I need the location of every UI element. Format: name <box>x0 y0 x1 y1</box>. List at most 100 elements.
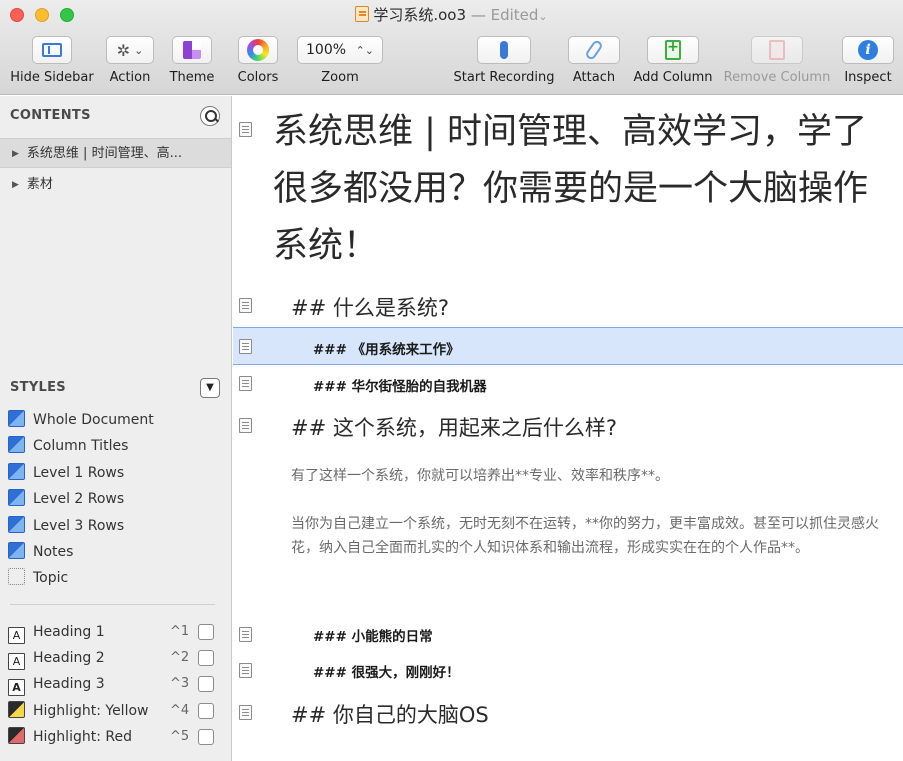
styles-title: STYLES <box>10 380 66 395</box>
row-text[interactable]: ### 小能熊的日常 <box>313 625 433 645</box>
add-column-control[interactable] <box>647 36 699 64</box>
style-heading-3[interactable]: A Heading 3 ^3 <box>8 672 228 696</box>
contents-title: CONTENTS <box>10 108 91 123</box>
start-recording-label: Start Recording <box>453 70 555 85</box>
style-label: Level 2 Rows <box>33 491 125 507</box>
color-wheel-icon <box>247 39 269 61</box>
outline-row[interactable]: ### 很强大，刚刚好！ <box>233 656 903 688</box>
edited-status[interactable]: Edited <box>491 6 539 24</box>
sidebar-item-materials[interactable]: ▶ 素材 <box>0 170 231 200</box>
outline-row[interactable]: ## 什么是系统? <box>233 288 903 326</box>
theme-button[interactable]: Theme <box>166 36 218 85</box>
theme-icon <box>183 41 201 59</box>
row-handle-icon[interactable] <box>239 627 252 642</box>
remove-column-control[interactable] <box>751 36 803 64</box>
row-handle-icon[interactable] <box>239 122 252 137</box>
hide-sidebar-button[interactable]: Hide Sidebar <box>8 36 96 85</box>
style-heading-1[interactable]: A Heading 1 ^1 <box>8 620 228 644</box>
remove-column-button[interactable]: Remove Column <box>722 36 832 85</box>
attach-button[interactable]: Attach <box>568 36 620 85</box>
outline-title-row[interactable]: 系统思维 | 时间管理、高效学习，学了很多都没用？你需要的是一个大脑操作系统！ <box>273 104 893 275</box>
style-highlight-yellow[interactable]: Highlight: Yellow ^4 <box>8 699 228 723</box>
style-level-1-rows[interactable]: Level 1 Rows <box>8 461 228 485</box>
styles-divider <box>10 604 215 605</box>
style-swatch-icon <box>8 436 25 453</box>
window-toolbar: 学习系统.oo3 — Edited⌄ Hide Sidebar ✲ ⌄ Actio… <box>0 0 903 95</box>
row-handle-icon[interactable] <box>239 339 252 354</box>
row-text[interactable]: ## 这个系统，用起来之后什么样? <box>291 412 617 442</box>
outline-row-selected[interactable]: ### 《用系统来工作》 <box>233 327 903 365</box>
sidebar-item-label: 系统思维 | 时间管理、高... <box>26 146 182 161</box>
zoom-field[interactable]: 100% ⌃⌄ <box>297 36 383 64</box>
style-highlight-red[interactable]: Highlight: Red ^5 <box>8 725 228 749</box>
outline-row[interactable]: ## 这个系统，用起来之后什么样? <box>233 406 903 446</box>
style-level-3-rows[interactable]: Level 3 Rows <box>8 514 228 538</box>
row-handle-icon[interactable] <box>239 663 252 678</box>
chevron-down-icon: ⌄ <box>134 43 144 57</box>
document-icon <box>355 6 370 22</box>
styles-menu-button[interactable]: ▼ <box>200 378 220 398</box>
outline-row[interactable]: ### 小能熊的日常 <box>233 620 903 652</box>
style-level-2-rows[interactable]: Level 2 Rows <box>8 487 228 511</box>
sidebar-item-outline[interactable]: ▶ 系统思维 | 时间管理、高... <box>0 138 231 168</box>
inspect-button[interactable]: i Inspect <box>840 36 896 85</box>
style-heading-2[interactable]: A Heading 2 ^2 <box>8 646 228 670</box>
hide-sidebar-control[interactable] <box>32 36 72 64</box>
action-control[interactable]: ✲ ⌄ <box>106 36 154 64</box>
style-checkbox[interactable] <box>198 676 214 692</box>
style-label: Heading 3 <box>33 676 105 692</box>
row-text[interactable]: ## 你自己的大脑OS <box>291 699 489 729</box>
start-recording-control[interactable] <box>477 36 531 64</box>
heading-swatch-icon: A <box>8 653 25 670</box>
style-checkbox[interactable] <box>198 703 214 719</box>
add-column-label: Add Column <box>633 70 713 85</box>
row-handle-icon[interactable] <box>239 418 252 433</box>
add-column-button[interactable]: Add Column <box>630 36 716 85</box>
inspect-control[interactable]: i <box>842 36 894 64</box>
outline-row[interactable]: ## 你自己的大脑OS <box>233 694 903 734</box>
row-handle-icon[interactable] <box>239 376 252 391</box>
attach-label: Attach <box>572 70 616 85</box>
row-handle-icon[interactable] <box>239 705 252 720</box>
note-paragraph[interactable]: 当你为自己建立一个系统，无时无刻不在运转，**你的努力，更丰富成效。甚至可以抓住… <box>291 512 899 560</box>
style-label: Level 1 Rows <box>33 465 125 481</box>
row-text[interactable]: ## 什么是系统? <box>291 292 449 322</box>
row-text[interactable]: ### 很强大，刚刚好！ <box>313 661 460 681</box>
row-text[interactable]: ### 《用系统来工作》 <box>313 338 460 358</box>
outline-editor[interactable]: 系统思维 | 时间管理、高效学习，学了很多都没用？你需要的是一个大脑操作系统！ … <box>233 96 903 761</box>
title-separator: — <box>470 6 486 24</box>
outline-row[interactable]: ### 华尔街怪胎的自我机器 <box>233 368 903 402</box>
style-notes[interactable]: Notes <box>8 540 228 564</box>
style-checkbox[interactable] <box>198 650 214 666</box>
disclosure-triangle-icon[interactable]: ▶ <box>12 139 19 167</box>
style-label: Heading 1 <box>33 624 105 640</box>
style-checkbox[interactable] <box>198 729 214 745</box>
start-recording-button[interactable]: Start Recording <box>448 36 560 85</box>
style-column-titles[interactable]: Column Titles <box>8 434 228 458</box>
style-shortcut: ^1 <box>170 624 190 639</box>
style-shortcut: ^5 <box>170 729 190 744</box>
search-icon[interactable] <box>200 106 220 126</box>
disclosure-triangle-icon[interactable]: ▶ <box>12 170 19 200</box>
action-menu[interactable]: ✲ ⌄ Action <box>104 36 156 85</box>
hide-sidebar-label: Hide Sidebar <box>10 70 94 85</box>
edited-chevron-icon[interactable]: ⌄ <box>538 10 547 23</box>
style-shortcut: ^2 <box>170 650 190 665</box>
style-topic[interactable]: Topic <box>8 566 228 590</box>
note-paragraph[interactable]: 有了这样一个系统，你就可以培养出**专业、效率和秩序**。 <box>291 464 899 488</box>
zoom-control[interactable]: 100% ⌃⌄ Zoom <box>296 36 384 85</box>
theme-control[interactable] <box>172 36 212 64</box>
zoom-stepper-icon[interactable]: ⌃⌄ <box>356 44 374 57</box>
style-whole-document[interactable]: Whole Document <box>8 408 228 432</box>
sidebar-icon <box>42 43 62 57</box>
attach-control[interactable] <box>568 36 620 64</box>
colors-button[interactable]: Colors <box>232 36 284 85</box>
row-handle-icon[interactable] <box>239 298 252 313</box>
remove-column-icon <box>769 40 785 60</box>
heading-swatch-icon: A <box>8 679 25 696</box>
row-text[interactable]: ### 华尔街怪胎的自我机器 <box>313 375 487 395</box>
inspect-label: Inspect <box>844 70 892 85</box>
style-shortcut: ^4 <box>170 703 190 718</box>
style-checkbox[interactable] <box>198 624 214 640</box>
colors-control[interactable] <box>238 36 278 64</box>
